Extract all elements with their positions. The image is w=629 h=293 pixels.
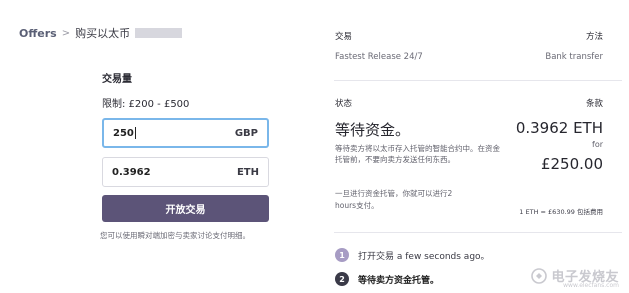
trade-label: 交易	[335, 32, 353, 42]
step-item: 2 等待卖方资金托管。	[335, 272, 439, 286]
eth-amount: 0.3962 ETH	[515, 119, 603, 137]
eth-amount-input[interactable]: 0.3962 ETH	[102, 157, 269, 187]
amount-label: 交易量	[102, 74, 132, 85]
step-text: 打开交易 a few seconds ago。	[358, 251, 490, 262]
breadcrumb-current: 购买以太币	[75, 27, 131, 40]
encryption-footnote: 您可以使用瞬对端加密与卖家讨论支付明细。	[100, 231, 250, 240]
gbp-amount-input[interactable]: 250 GBP	[102, 118, 269, 148]
open-trade-button[interactable]: 开放交易	[102, 195, 269, 222]
breadcrumb-separator: >	[61, 27, 71, 39]
watermark-url: www.elecfans.com	[563, 282, 619, 289]
exchange-rate-note: 1 ETH = £630.99 包括费用	[519, 208, 603, 216]
breadcrumb: Offers > 购买以太币	[19, 25, 183, 41]
watermark-icon	[531, 267, 548, 284]
payment-window-note: 一旦进行资金托管，你就可以进行2 hours支付。	[335, 189, 453, 210]
eth-currency-label: ETH	[236, 166, 259, 178]
method-value: Bank transfer	[545, 52, 603, 62]
step-text: 等待卖方资金托管。	[358, 275, 440, 286]
gbp-input-value: 250	[113, 128, 134, 139]
trade-summary-panel: 交易 方法 Fastest Release 24/7 Bank transfer…	[320, 0, 629, 293]
status-label: 状态	[335, 99, 353, 109]
eth-input-value: 0.3962	[112, 166, 151, 178]
method-label: 方法	[585, 32, 603, 42]
redacted-block	[135, 28, 183, 38]
trade-value: Fastest Release 24/7	[335, 52, 423, 62]
trade-form: 交易量 限制: £200 - £500 250 GBP 0.3962 ETH 开…	[100, 70, 269, 240]
divider	[334, 80, 622, 81]
breadcrumb-offers-link[interactable]: Offers	[19, 27, 57, 40]
divider	[334, 232, 622, 233]
gbp-currency-label: GBP	[234, 127, 258, 139]
gbp-amount: £250.00	[540, 155, 603, 173]
for-text: for	[592, 140, 603, 149]
step-number-badge: 2	[335, 272, 349, 286]
step-number-badge: 1	[335, 248, 349, 262]
status-value: 等待资金。	[335, 121, 411, 139]
step-item: 1 打开交易 a few seconds ago。	[335, 248, 490, 262]
watermark-logo: 电子发烧友 www.elecfans.com	[531, 266, 619, 289]
limit-text: 限制: £200 - £500	[102, 99, 190, 110]
terms-label: 条款	[585, 99, 603, 109]
text-cursor	[134, 127, 136, 139]
status-description: 等待卖方将以太币存入托管的智能合约中。在资金托管前，不要向卖方发送任何东西。	[335, 144, 500, 164]
